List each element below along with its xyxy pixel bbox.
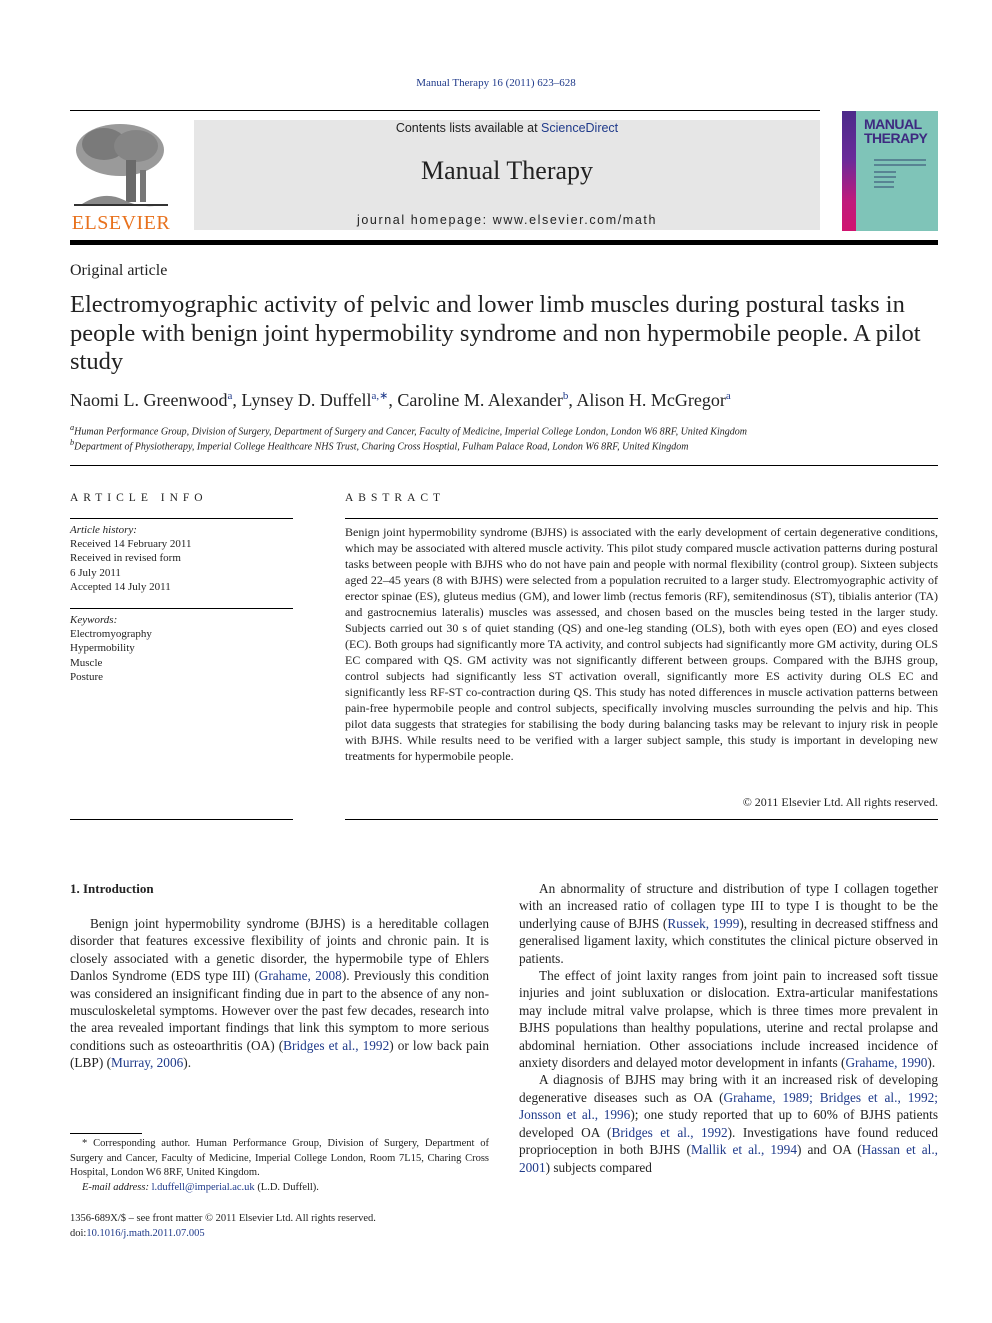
cover-text-line: [874, 164, 926, 166]
text-run: ) and OA (: [796, 1142, 862, 1158]
abstract-copyright: © 2011 Elsevier Ltd. All rights reserved…: [742, 795, 938, 809]
keyword: Muscle: [70, 656, 103, 669]
keyword: Hypermobility: [70, 642, 135, 655]
keyword: Posture: [70, 670, 103, 683]
corresponding-author-footnote: * Corresponding author. Human Performanc…: [70, 1137, 489, 1195]
elsevier-logo[interactable]: ELSEVIER: [70, 120, 172, 234]
front-matter: 1356-689X/$ – see front matter © 2011 El…: [70, 1212, 376, 1241]
affiliation-text: Human Performance Group, Division of Sur…: [74, 426, 747, 438]
cover-side-strip: [842, 111, 856, 231]
doi-line: doi:10.1016/j.math.2011.07.005: [70, 1227, 376, 1242]
contents-line: Contents lists available at ScienceDirec…: [194, 121, 820, 135]
article-type: Original article: [70, 262, 168, 279]
sciencedirect-link[interactable]: ScienceDirect: [541, 121, 618, 135]
email-link[interactable]: l.duffell@imperial.ac.uk: [152, 1182, 255, 1193]
article-info-heading: ARTICLE INFO: [70, 492, 208, 504]
author-affiliation-marker[interactable]: a: [726, 390, 731, 402]
divider: [70, 819, 293, 820]
history-label: Article history:: [70, 524, 137, 536]
affiliation-rule: [70, 465, 938, 466]
footnote-rule: [70, 1133, 142, 1134]
author-affiliation-marker[interactable]: a,∗: [372, 390, 389, 402]
abstract-heading: ABSTRACT: [345, 492, 446, 504]
masthead-thick-rule: [70, 240, 938, 245]
history-item: Received 14 February 2011: [70, 538, 192, 551]
header-rule: [70, 110, 820, 111]
text-run: ) subjects compared: [545, 1159, 652, 1175]
contents-prefix: Contents lists available at: [395, 121, 542, 135]
journal-citation-link[interactable]: Manual Therapy 16 (2011) 623–628: [0, 77, 992, 89]
keywords: Keywords: Electromyography Hypermobility…: [70, 613, 152, 684]
keywords-label: Keywords:: [70, 614, 118, 626]
abstract-text: Benign joint hypermobility syndrome (BJH…: [345, 525, 938, 763]
citation-link[interactable]: Grahame, 1990: [845, 1055, 927, 1070]
paragraph: An abnormality of structure and distribu…: [519, 880, 938, 967]
affiliation: aHuman Performance Group, Division of Su…: [70, 423, 747, 437]
citation-link[interactable]: Bridges et al., 1992: [611, 1125, 727, 1140]
elsevier-wordmark: ELSEVIER: [71, 212, 171, 234]
text-run: ).: [183, 1055, 192, 1071]
history-item: 6 July 2011: [70, 566, 121, 579]
author-name[interactable]: Alison H. McGregor: [576, 390, 725, 410]
divider: [70, 608, 293, 609]
journal-homepage[interactable]: journal homepage: www.elsevier.com/math: [194, 213, 820, 227]
divider: [345, 819, 938, 820]
paragraph: Benign joint hypermobility syndrome (BJH…: [70, 915, 489, 1072]
author-name[interactable]: Lynsey D. Duffell: [241, 390, 371, 410]
affiliation-text: Department of Physiotherapy, Imperial Co…: [74, 441, 689, 453]
divider: [345, 518, 938, 519]
keyword: Electromyography: [70, 628, 152, 641]
history-item: Accepted 14 July 2011: [70, 580, 171, 593]
author-name[interactable]: Naomi L. Greenwood: [70, 390, 227, 410]
email-line: E-mail address: l.duffell@imperial.ac.uk…: [70, 1181, 489, 1196]
section-heading-introduction: 1. Introduction: [70, 881, 154, 896]
issn-line: 1356-689X/$ – see front matter © 2011 El…: [70, 1213, 376, 1224]
doi-label: doi:: [70, 1227, 87, 1239]
text-run: ).: [927, 1055, 936, 1071]
article-history: Article history: Received 14 February 20…: [70, 523, 191, 594]
divider: [70, 518, 293, 519]
history-item: Received in revised form: [70, 552, 181, 565]
email-label: E-mail address:: [82, 1181, 152, 1193]
author-name[interactable]: Caroline M. Alexander: [397, 390, 562, 410]
citation-link[interactable]: Russek, 1999: [667, 916, 739, 931]
citation-link[interactable]: Grahame, 2008: [259, 968, 342, 983]
corresponding-text: * Corresponding author. Human Performanc…: [70, 1138, 489, 1178]
author-affiliation-marker[interactable]: b: [563, 390, 569, 402]
author-list: Naomi L. Greenwooda, Lynsey D. Duffella,…: [70, 390, 731, 410]
cover-text-line: [874, 181, 894, 183]
journal-cover-image[interactable]: MANUAL THERAPY: [842, 111, 938, 231]
journal-title: Manual Therapy: [420, 156, 594, 185]
cover-text-line: [874, 171, 896, 173]
paragraph: The effect of joint laxity ranges from j…: [519, 967, 938, 1071]
citation-link[interactable]: Bridges et al., 1992: [283, 1038, 389, 1053]
article-title: Electromyographic activity of pelvic and…: [70, 291, 921, 375]
cover-text-line: [874, 159, 926, 161]
paragraph: A diagnosis of BJHS may bring with it an…: [519, 1071, 938, 1175]
cover-title: MANUAL THERAPY: [864, 117, 928, 146]
elsevier-tree-icon: [74, 120, 168, 208]
body-column-right: An abnormality of structure and distribu…: [519, 880, 938, 1176]
body-column-left: Benign joint hypermobility syndrome (BJH…: [70, 915, 489, 1072]
email-suffix: (L.D. Duffell).: [254, 1181, 319, 1193]
cover-title-line2: THERAPY: [864, 130, 928, 146]
cover-text-line: [874, 186, 894, 188]
citation-link[interactable]: Murray, 2006: [111, 1055, 183, 1070]
doi-link[interactable]: 10.1016/j.math.2011.07.005: [86, 1228, 204, 1239]
journal-masthead: Contents lists available at ScienceDirec…: [194, 120, 820, 230]
affiliation: bDepartment of Physiotherapy, Imperial C…: [70, 438, 689, 452]
citation-link[interactable]: Mallik et al., 1994: [691, 1142, 797, 1157]
author-affiliation-marker[interactable]: a: [227, 390, 232, 402]
cover-text-line: [874, 176, 896, 178]
